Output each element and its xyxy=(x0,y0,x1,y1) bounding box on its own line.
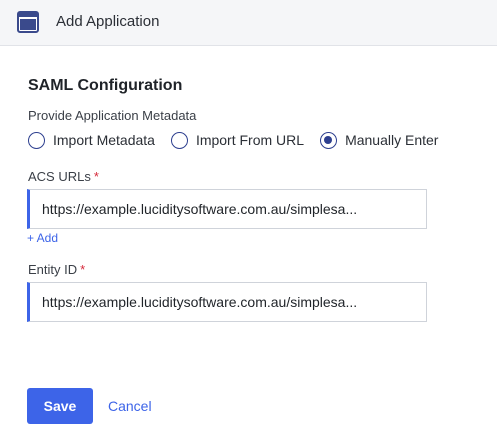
entity-id-label-text: Entity ID xyxy=(28,262,78,277)
page-title: Add Application xyxy=(56,13,160,30)
save-button[interactable]: Save xyxy=(27,388,93,424)
cancel-button[interactable]: Cancel xyxy=(108,398,152,414)
panel-header: Add Application xyxy=(0,0,497,46)
radio-manually-enter[interactable]: Manually Enter xyxy=(320,131,439,149)
metadata-radio-group: Import Metadata Import From URL Manually… xyxy=(28,129,438,151)
required-marker: * xyxy=(93,169,99,184)
radio-button-unchecked[interactable] xyxy=(170,131,188,149)
radio-label: Manually Enter xyxy=(345,132,439,148)
required-marker: * xyxy=(80,262,86,277)
metadata-group-label: Provide Application Metadata xyxy=(28,108,197,123)
add-acs-url-link[interactable]: + Add xyxy=(27,231,58,245)
entity-id-input[interactable]: https://example.luciditysoftware.com.au/… xyxy=(27,282,427,322)
radio-button-checked[interactable] xyxy=(320,131,338,149)
section-title: SAML Configuration xyxy=(28,77,183,94)
acs-url-input[interactable]: https://example.luciditysoftware.com.au/… xyxy=(27,189,427,229)
application-window-icon xyxy=(17,11,39,33)
entity-id-label: Entity ID * xyxy=(28,262,85,277)
radio-label: Import Metadata xyxy=(53,132,155,148)
radio-import-metadata[interactable]: Import Metadata xyxy=(28,131,155,149)
add-application-panel: Add Application SAML Configuration Provi… xyxy=(0,0,497,435)
radio-import-from-url[interactable]: Import From URL xyxy=(170,131,305,149)
acs-urls-label-text: ACS URLs xyxy=(28,169,91,184)
radio-button-unchecked[interactable] xyxy=(28,131,45,149)
radio-label: Import From URL xyxy=(195,132,305,148)
acs-urls-label: ACS URLs * xyxy=(28,169,99,184)
